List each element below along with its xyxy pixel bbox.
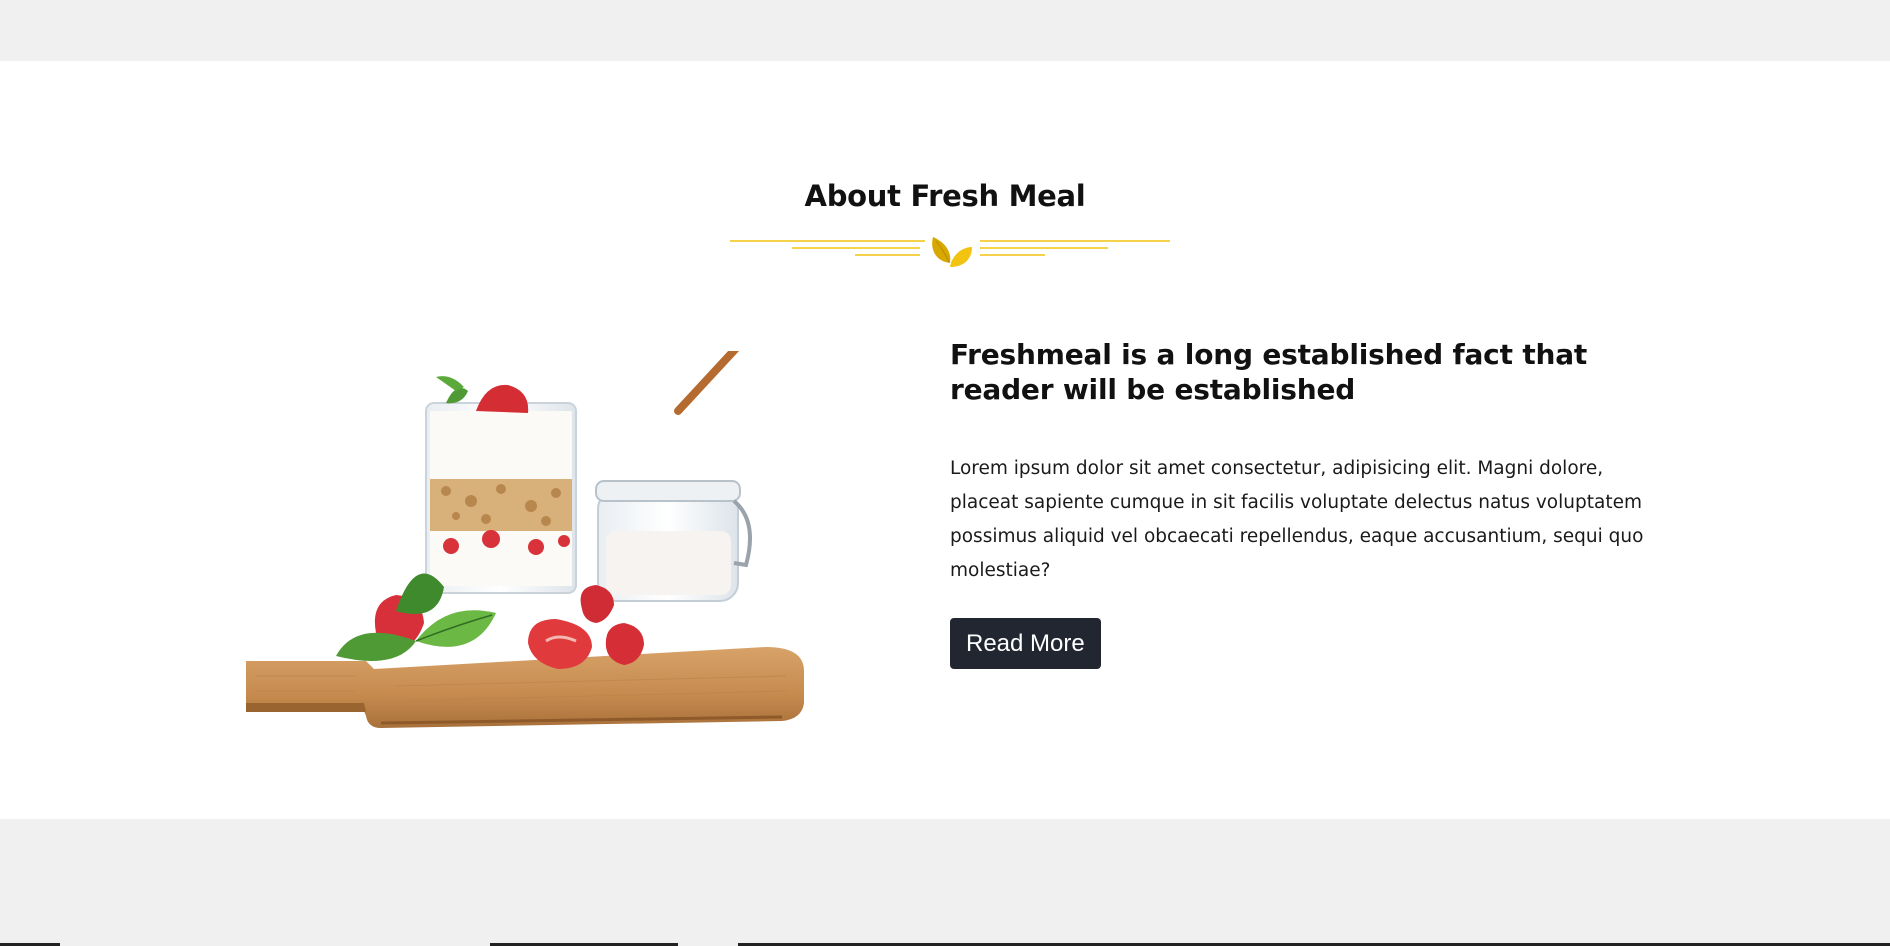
- section-title: About Fresh Meal: [804, 179, 1086, 213]
- leaf-icon: [932, 237, 972, 267]
- about-section: About Fresh Meal Freshmeal is a long est…: [0, 61, 1890, 819]
- about-heading: Freshmeal is a long established fact tha…: [950, 338, 1588, 406]
- yogurt-parfait-image: [246, 351, 804, 728]
- about-text-block: Freshmeal is a long established fact tha…: [950, 337, 1670, 669]
- title-divider: [730, 237, 1170, 267]
- about-paragraph: Lorem ipsum dolor sit amet consectetur, …: [950, 458, 1644, 581]
- read-more-button[interactable]: Read More: [950, 618, 1101, 669]
